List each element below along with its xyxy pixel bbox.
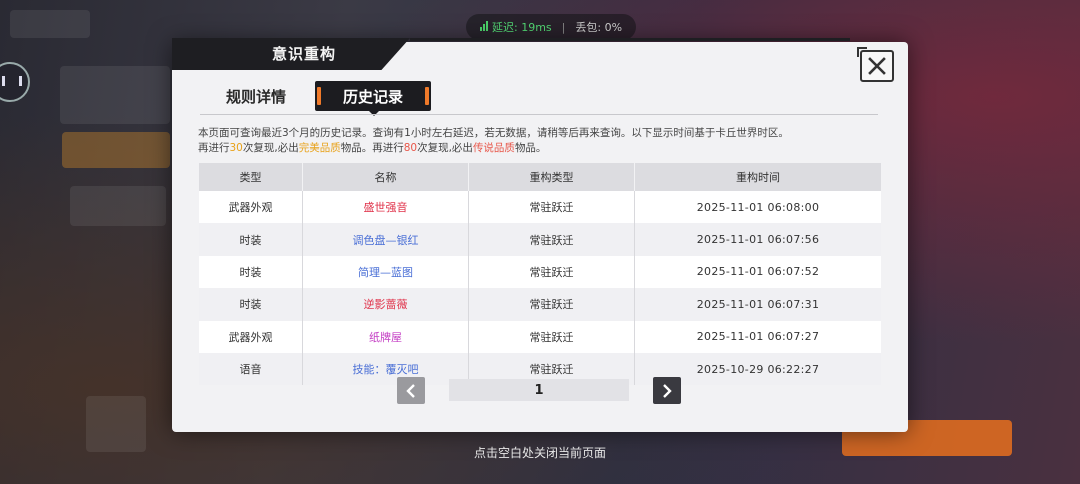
table-row: 武器外观 盛世强音 常驻跃迁 2025-11-01 06:08:00 [199, 191, 881, 224]
signal-icon [480, 21, 488, 31]
cell-time: 2025-11-01 06:08:00 [634, 191, 881, 224]
cell-time: 2025-11-01 06:07:27 [634, 320, 881, 353]
modal-title: 意识重构 [272, 45, 337, 63]
cell-reconstruct-type: 常驻跃迁 [468, 288, 635, 321]
header-reconstruct-time: 重构时间 [634, 163, 881, 191]
cell-type: 时装 [199, 288, 303, 321]
cell-name: 纸牌屋 [302, 320, 469, 353]
cell-reconstruct-type: 常驻跃迁 [468, 255, 635, 289]
notice-text-part: 物品。 [514, 142, 547, 154]
table-row: 时装 调色盘—银红 常驻跃迁 2025-11-01 06:07:56 [199, 223, 881, 256]
cell-reconstruct-type: 常驻跃迁 [468, 320, 635, 353]
chevron-right-icon [663, 383, 672, 398]
cell-name: 技能：覆灭吧 [302, 352, 469, 386]
notice-text-part: 物品。再进行 [340, 142, 404, 154]
cell-type: 时装 [199, 255, 303, 289]
background-thumbnail [70, 186, 166, 226]
notice-text-part: 再进行 [198, 142, 230, 154]
modal-header-stripe [410, 38, 850, 41]
status-separator: | [561, 20, 566, 34]
table-header-row: 类型 名称 重构类型 重构时间 [199, 163, 881, 191]
quality-legend-label: 传说品质 [472, 142, 515, 154]
close-icon [868, 57, 886, 75]
cell-name: 逆影蔷薇 [302, 288, 469, 321]
header-reconstruct-type: 重构类型 [468, 163, 635, 191]
quality-perfect-label: 完美品质 [298, 142, 341, 154]
cell-type: 武器外观 [199, 320, 303, 353]
history-table: 类型 名称 重构类型 重构时间 武器外观 盛世强音 常驻跃迁 2025-11-0… [199, 163, 881, 386]
cell-time: 2025-11-01 06:07:31 [634, 288, 881, 321]
cell-type: 语音 [199, 352, 303, 386]
prev-page-button[interactable] [397, 377, 425, 404]
notice-text-part: 次复现,必出 [242, 142, 299, 154]
background-top-panel [10, 10, 90, 38]
latency-indicator: 延迟: 19ms [480, 19, 552, 35]
tab-history[interactable]: 历史记录 [315, 81, 431, 111]
header-type: 类型 [199, 163, 303, 191]
cell-reconstruct-type: 常驻跃迁 [468, 191, 635, 224]
pity-count-perfect: 30 [229, 142, 243, 154]
table-row: 时装 简理—蓝图 常驻跃迁 2025-11-01 06:07:52 [199, 255, 881, 289]
cell-time: 2025-11-01 06:07:52 [634, 255, 881, 289]
packet-loss-text: 丢包: 0% [575, 21, 623, 34]
cell-name: 简理—蓝图 [302, 255, 469, 289]
history-modal: 意识重构 规则详情 历史记录 本页面可查询最近3个月的历史记录。查询有1小时左右… [172, 38, 908, 432]
cell-time: 2025-11-01 06:07:56 [634, 223, 881, 256]
close-hint[interactable]: 点击空白处关闭当前页面 [0, 444, 1080, 461]
background-thumbnail [60, 66, 170, 124]
chevron-left-icon [406, 383, 415, 398]
tab-rules[interactable]: 规则详情 [216, 81, 296, 111]
notice-text: 本页面可查询最近3个月的历史记录。查询有1小时左右延迟，若无数据，请稍等后再来查… [198, 126, 888, 156]
notice-line-1: 本页面可查询最近3个月的历史记录。查询有1小时左右延迟，若无数据，请稍等后再来查… [198, 127, 789, 139]
close-button[interactable] [857, 47, 894, 82]
network-status: 延迟: 19ms | 丢包: 0% [466, 14, 637, 40]
pity-count-legend: 80 [403, 142, 418, 154]
page-number[interactable]: 1 [449, 379, 629, 401]
notice-line-2: 再进行30次复现,必出完美品质物品。再进行80次复现,必出传说品质物品。 [198, 141, 888, 156]
cell-reconstruct-type: 常驻跃迁 [468, 223, 635, 256]
tab-divider [200, 114, 878, 115]
header-name: 名称 [302, 163, 469, 191]
latency-text: 延迟: 19ms [492, 21, 552, 34]
notice-text-part: 次复现,必出 [417, 142, 473, 154]
next-page-button[interactable] [653, 377, 681, 404]
cell-type: 武器外观 [199, 191, 303, 224]
table-row: 时装 逆影蔷薇 常驻跃迁 2025-11-01 06:07:31 [199, 288, 881, 321]
cell-name: 盛世强音 [302, 191, 469, 224]
background-avatar-icon [0, 62, 30, 102]
cell-type: 时装 [199, 223, 303, 256]
background-thumbnail [62, 132, 170, 168]
table-row: 武器外观 纸牌屋 常驻跃迁 2025-11-01 06:07:27 [199, 320, 881, 353]
cell-name: 调色盘—银红 [302, 223, 469, 256]
